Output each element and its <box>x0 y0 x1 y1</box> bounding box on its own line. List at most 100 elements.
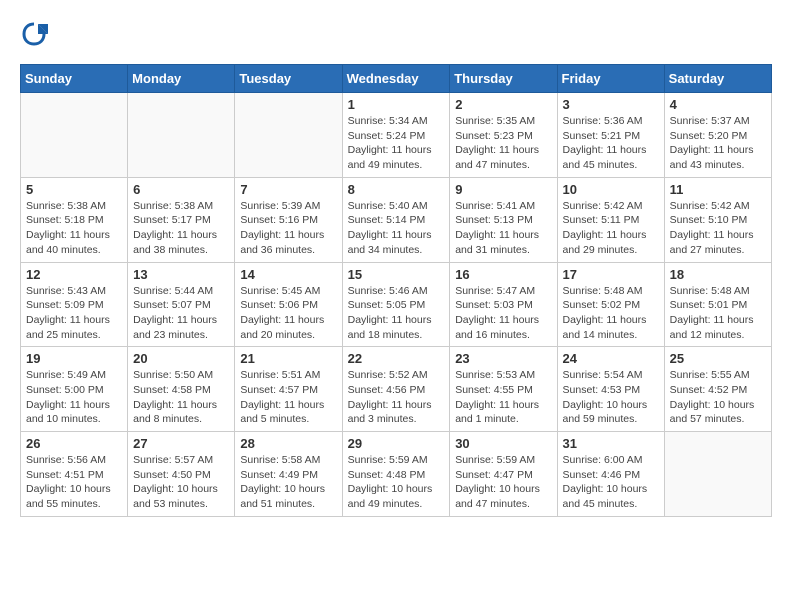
calendar-day-cell: 2Sunrise: 5:35 AM Sunset: 5:23 PM Daylig… <box>450 93 557 178</box>
calendar-weekday-tuesday: Tuesday <box>235 65 342 93</box>
calendar-day-cell: 10 Sunrise: 5:42 AM Sunset: 5:11 PM Dayli… <box>557 177 664 262</box>
day-number: 5 <box>26 182 122 197</box>
calendar-day-cell: 27Sunrise: 5:57 AM Sunset: 4:50 PM Dayli… <box>128 432 235 517</box>
day-info: Sunrise: 5:46 AM Sunset: 5:05 PM Dayligh… <box>348 284 445 343</box>
day-number: 18 <box>670 267 766 282</box>
day-number: 28 <box>240 436 336 451</box>
day-number: 7 <box>240 182 336 197</box>
day-info: Sunrise: 5:47 AM Sunset: 5:03 PM Dayligh… <box>455 284 551 343</box>
day-number: 1 <box>348 97 445 112</box>
calendar-week-row: 12 Sunrise: 5:43 AM Sunset: 5:09 PM Dayli… <box>21 262 772 347</box>
calendar-weekday-monday: Monday <box>128 65 235 93</box>
day-info: Sunrise: 5:45 AM Sunset: 5:06 PM Dayligh… <box>240 284 336 343</box>
calendar-table: SundayMondayTuesdayWednesdayThursdayFrid… <box>20 64 772 517</box>
day-number: 9 <box>455 182 551 197</box>
day-number: 27 <box>133 436 229 451</box>
day-info: Sunrise: 6:00 AM Sunset: 4:46 PM Dayligh… <box>563 453 659 512</box>
calendar-day-cell: 5Sunrise: 5:38 AM Sunset: 5:18 PM Daylig… <box>21 177 128 262</box>
logo <box>20 20 52 48</box>
day-number: 26 <box>26 436 122 451</box>
day-number: 16 <box>455 267 551 282</box>
calendar-day-cell: 29Sunrise: 5:59 AM Sunset: 4:48 PM Dayli… <box>342 432 450 517</box>
day-number: 11 <box>670 182 766 197</box>
calendar-day-cell <box>235 93 342 178</box>
day-info: Sunrise: 5:44 AM Sunset: 5:07 PM Dayligh… <box>133 284 229 343</box>
calendar-day-cell: 9 Sunrise: 5:41 AM Sunset: 5:13 PM Daylig… <box>450 177 557 262</box>
calendar-weekday-saturday: Saturday <box>664 65 771 93</box>
calendar-week-row: 19 Sunrise: 5:49 AM Sunset: 5:00 PM Dayli… <box>21 347 772 432</box>
calendar-day-cell: 22 Sunrise: 5:52 AM Sunset: 4:56 PM Dayli… <box>342 347 450 432</box>
day-info: Sunrise: 5:34 AM Sunset: 5:24 PM Dayligh… <box>348 114 445 173</box>
day-number: 12 <box>26 267 122 282</box>
day-number: 8 <box>348 182 445 197</box>
calendar-day-cell: 18 Sunrise: 5:48 AM Sunset: 5:01 PM Dayli… <box>664 262 771 347</box>
day-info: Sunrise: 5:48 AM Sunset: 5:02 PM Dayligh… <box>563 284 659 343</box>
day-number: 3 <box>563 97 659 112</box>
calendar-day-cell: 23 Sunrise: 5:53 AM Sunset: 4:55 PM Dayli… <box>450 347 557 432</box>
calendar-day-cell: 1 Sunrise: 5:34 AM Sunset: 5:24 PM Daylig… <box>342 93 450 178</box>
calendar-day-cell: 30 Sunrise: 5:59 AM Sunset: 4:47 PM Dayli… <box>450 432 557 517</box>
day-number: 6 <box>133 182 229 197</box>
calendar-day-cell: 12 Sunrise: 5:43 AM Sunset: 5:09 PM Dayli… <box>21 262 128 347</box>
day-number: 23 <box>455 351 551 366</box>
calendar-day-cell: 7 Sunrise: 5:39 AM Sunset: 5:16 PM Daylig… <box>235 177 342 262</box>
day-info: Sunrise: 5:41 AM Sunset: 5:13 PM Dayligh… <box>455 199 551 258</box>
day-info: Sunrise: 5:59 AM Sunset: 4:47 PM Dayligh… <box>455 453 551 512</box>
day-number: 13 <box>133 267 229 282</box>
day-number: 17 <box>563 267 659 282</box>
day-info: Sunrise: 5:55 AM Sunset: 4:52 PM Dayligh… <box>670 368 766 427</box>
calendar-day-cell <box>664 432 771 517</box>
calendar-weekday-thursday: Thursday <box>450 65 557 93</box>
calendar-day-cell: 14Sunrise: 5:45 AM Sunset: 5:06 PM Dayli… <box>235 262 342 347</box>
calendar-day-cell: 24 Sunrise: 5:54 AM Sunset: 4:53 PM Dayli… <box>557 347 664 432</box>
day-info: Sunrise: 5:42 AM Sunset: 5:11 PM Dayligh… <box>563 199 659 258</box>
calendar-day-cell: 19 Sunrise: 5:49 AM Sunset: 5:00 PM Dayli… <box>21 347 128 432</box>
day-info: Sunrise: 5:40 AM Sunset: 5:14 PM Dayligh… <box>348 199 445 258</box>
day-info: Sunrise: 5:52 AM Sunset: 4:56 PM Dayligh… <box>348 368 445 427</box>
calendar-week-row: 26 Sunrise: 5:56 AM Sunset: 4:51 PM Dayli… <box>21 432 772 517</box>
calendar-day-cell <box>128 93 235 178</box>
day-info: Sunrise: 5:58 AM Sunset: 4:49 PM Dayligh… <box>240 453 336 512</box>
calendar-day-cell: 6Sunrise: 5:38 AM Sunset: 5:17 PM Daylig… <box>128 177 235 262</box>
day-number: 31 <box>563 436 659 451</box>
calendar-day-cell: 11Sunrise: 5:42 AM Sunset: 5:10 PM Dayli… <box>664 177 771 262</box>
calendar-day-cell: 21 Sunrise: 5:51 AM Sunset: 4:57 PM Dayli… <box>235 347 342 432</box>
day-number: 10 <box>563 182 659 197</box>
calendar-week-row: 5Sunrise: 5:38 AM Sunset: 5:18 PM Daylig… <box>21 177 772 262</box>
calendar-day-cell: 25 Sunrise: 5:55 AM Sunset: 4:52 PM Dayli… <box>664 347 771 432</box>
day-number: 4 <box>670 97 766 112</box>
calendar-day-cell: 13 Sunrise: 5:44 AM Sunset: 5:07 PM Dayli… <box>128 262 235 347</box>
calendar-day-cell: 3 Sunrise: 5:36 AM Sunset: 5:21 PM Daylig… <box>557 93 664 178</box>
calendar-day-cell: 8 Sunrise: 5:40 AM Sunset: 5:14 PM Daylig… <box>342 177 450 262</box>
calendar-day-cell: 17 Sunrise: 5:48 AM Sunset: 5:02 PM Dayli… <box>557 262 664 347</box>
calendar-day-cell: 16 Sunrise: 5:47 AM Sunset: 5:03 PM Dayli… <box>450 262 557 347</box>
day-info: Sunrise: 5:51 AM Sunset: 4:57 PM Dayligh… <box>240 368 336 427</box>
calendar-day-cell: 31 Sunrise: 6:00 AM Sunset: 4:46 PM Dayli… <box>557 432 664 517</box>
day-info: Sunrise: 5:56 AM Sunset: 4:51 PM Dayligh… <box>26 453 122 512</box>
day-number: 20 <box>133 351 229 366</box>
day-info: Sunrise: 5:39 AM Sunset: 5:16 PM Dayligh… <box>240 199 336 258</box>
calendar-day-cell <box>21 93 128 178</box>
day-info: Sunrise: 5:50 AM Sunset: 4:58 PM Dayligh… <box>133 368 229 427</box>
day-number: 25 <box>670 351 766 366</box>
day-number: 19 <box>26 351 122 366</box>
day-number: 21 <box>240 351 336 366</box>
day-info: Sunrise: 5:54 AM Sunset: 4:53 PM Dayligh… <box>563 368 659 427</box>
calendar-weekday-friday: Friday <box>557 65 664 93</box>
calendar-day-cell: 26 Sunrise: 5:56 AM Sunset: 4:51 PM Dayli… <box>21 432 128 517</box>
day-number: 15 <box>348 267 445 282</box>
day-info: Sunrise: 5:49 AM Sunset: 5:00 PM Dayligh… <box>26 368 122 427</box>
day-info: Sunrise: 5:43 AM Sunset: 5:09 PM Dayligh… <box>26 284 122 343</box>
day-info: Sunrise: 5:35 AM Sunset: 5:23 PM Dayligh… <box>455 114 551 173</box>
calendar-day-cell: 4 Sunrise: 5:37 AM Sunset: 5:20 PM Daylig… <box>664 93 771 178</box>
day-info: Sunrise: 5:59 AM Sunset: 4:48 PM Dayligh… <box>348 453 445 512</box>
day-number: 22 <box>348 351 445 366</box>
day-number: 24 <box>563 351 659 366</box>
day-info: Sunrise: 5:37 AM Sunset: 5:20 PM Dayligh… <box>670 114 766 173</box>
day-info: Sunrise: 5:48 AM Sunset: 5:01 PM Dayligh… <box>670 284 766 343</box>
calendar-weekday-wednesday: Wednesday <box>342 65 450 93</box>
day-number: 30 <box>455 436 551 451</box>
day-info: Sunrise: 5:53 AM Sunset: 4:55 PM Dayligh… <box>455 368 551 427</box>
day-info: Sunrise: 5:36 AM Sunset: 5:21 PM Dayligh… <box>563 114 659 173</box>
calendar-weekday-sunday: Sunday <box>21 65 128 93</box>
